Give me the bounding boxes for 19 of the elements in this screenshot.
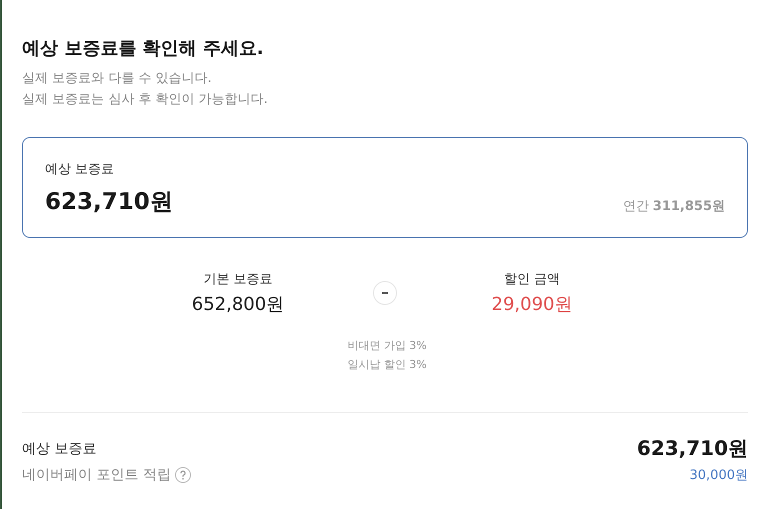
notice-text: 실제 보증료와 다를 수 있습니다. [22,70,213,88]
help-icon[interactable] [174,467,191,483]
base-fee-amount: 652,800원 [192,293,284,316]
annual-label: 연간 [622,198,649,215]
discount-item: 일시납 할인 3% [347,357,427,372]
discount-label: 할인 금액 [504,271,560,288]
page-title: 예상 보증료를 확인해 주세요. [22,37,265,60]
annual-amount: 311,855원 [652,198,725,215]
discount-amount: 29,090원 [492,293,572,316]
discount-item: 비대면 가입 3% [347,338,427,353]
base-fee-label: 기본 보증료 [203,271,273,288]
summary-amount: 623,710원 [636,435,748,462]
minus-icon [373,281,397,305]
points-amount: 30,000원 [690,467,748,484]
estimate-amount: 623,710원 [45,188,173,217]
card-label: 예상 보증료 [45,161,116,178]
notice-text: 실제 보증료는 심사 후 확인이 가능합니다. [22,91,269,109]
summary-label: 예상 보증료 [22,440,96,458]
points-label: 네이버페이 포인트 적립 [22,466,171,484]
